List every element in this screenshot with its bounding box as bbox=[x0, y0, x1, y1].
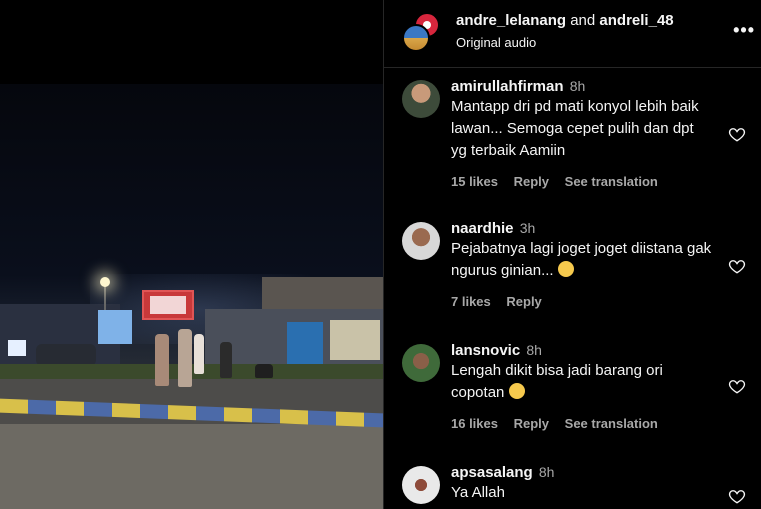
author-link[interactable]: andre_lelanang bbox=[456, 12, 566, 29]
comment-text: Ya Allah bbox=[451, 484, 505, 501]
heart-outline-icon[interactable] bbox=[728, 377, 746, 395]
shop-sign bbox=[98, 310, 132, 344]
comment-text: Pejabatnya lagi joget joget diistana gak… bbox=[451, 240, 712, 279]
comment-time[interactable]: 3h bbox=[520, 220, 536, 236]
likes-count[interactable]: 16 likes bbox=[451, 416, 498, 431]
comment-time[interactable]: 8h bbox=[539, 464, 555, 480]
person bbox=[155, 334, 169, 386]
comment-time[interactable]: 8h bbox=[570, 78, 586, 94]
author-link[interactable]: andreli_48 bbox=[599, 12, 673, 29]
likes-count[interactable]: 15 likes bbox=[451, 174, 498, 189]
reply-button[interactable]: Reply bbox=[514, 174, 549, 189]
collab-avatars[interactable] bbox=[402, 12, 442, 52]
comments-panel: andre_lelanang and andreli_48 Original a… bbox=[383, 0, 761, 509]
laughing-face-emoji bbox=[508, 383, 525, 399]
audio-link[interactable]: Original audio bbox=[456, 35, 536, 50]
avatar[interactable] bbox=[402, 80, 440, 118]
street-lamp bbox=[100, 277, 110, 287]
comment-username[interactable]: naardhie bbox=[451, 220, 514, 237]
reply-button[interactable]: Reply bbox=[506, 294, 541, 309]
avatar[interactable] bbox=[402, 344, 440, 382]
billboard bbox=[142, 290, 194, 320]
likes-count[interactable]: 7 likes bbox=[451, 294, 491, 309]
avatar[interactable] bbox=[402, 222, 440, 260]
post-header: andre_lelanang and andreli_48 Original a… bbox=[384, 0, 761, 68]
avatar[interactable] bbox=[402, 466, 440, 504]
and-text: and bbox=[570, 12, 596, 29]
person bbox=[220, 342, 232, 378]
person bbox=[194, 334, 204, 374]
flushed-face-emoji bbox=[557, 261, 574, 277]
person bbox=[255, 364, 273, 378]
see-translation-button[interactable]: See translation bbox=[565, 174, 658, 189]
comment-username[interactable]: lansnovic bbox=[451, 342, 520, 359]
post-authors: andre_lelanang and andreli_48 bbox=[456, 12, 674, 29]
comment-username[interactable]: amirullahfirman bbox=[451, 78, 564, 95]
see-translation-button[interactable]: See translation bbox=[565, 416, 658, 431]
comment-username[interactable]: apsasalang bbox=[451, 464, 533, 481]
comment-text: Lengah dikit bisa jadi barang ori copota… bbox=[451, 362, 663, 401]
reel-video[interactable] bbox=[0, 0, 383, 509]
heart-outline-icon[interactable] bbox=[728, 257, 746, 275]
heart-outline-icon[interactable] bbox=[728, 125, 746, 143]
car bbox=[36, 344, 96, 366]
comment-time[interactable]: 8h bbox=[526, 342, 542, 358]
more-horizontal-icon[interactable]: ••• bbox=[733, 20, 755, 41]
video-scene bbox=[0, 84, 383, 509]
avatar bbox=[402, 24, 430, 52]
heart-outline-icon[interactable] bbox=[728, 487, 746, 505]
comment-text: Mantapp dri pd mati konyol lebih baik la… bbox=[451, 98, 699, 159]
person bbox=[178, 329, 192, 387]
reply-button[interactable]: Reply bbox=[514, 416, 549, 431]
